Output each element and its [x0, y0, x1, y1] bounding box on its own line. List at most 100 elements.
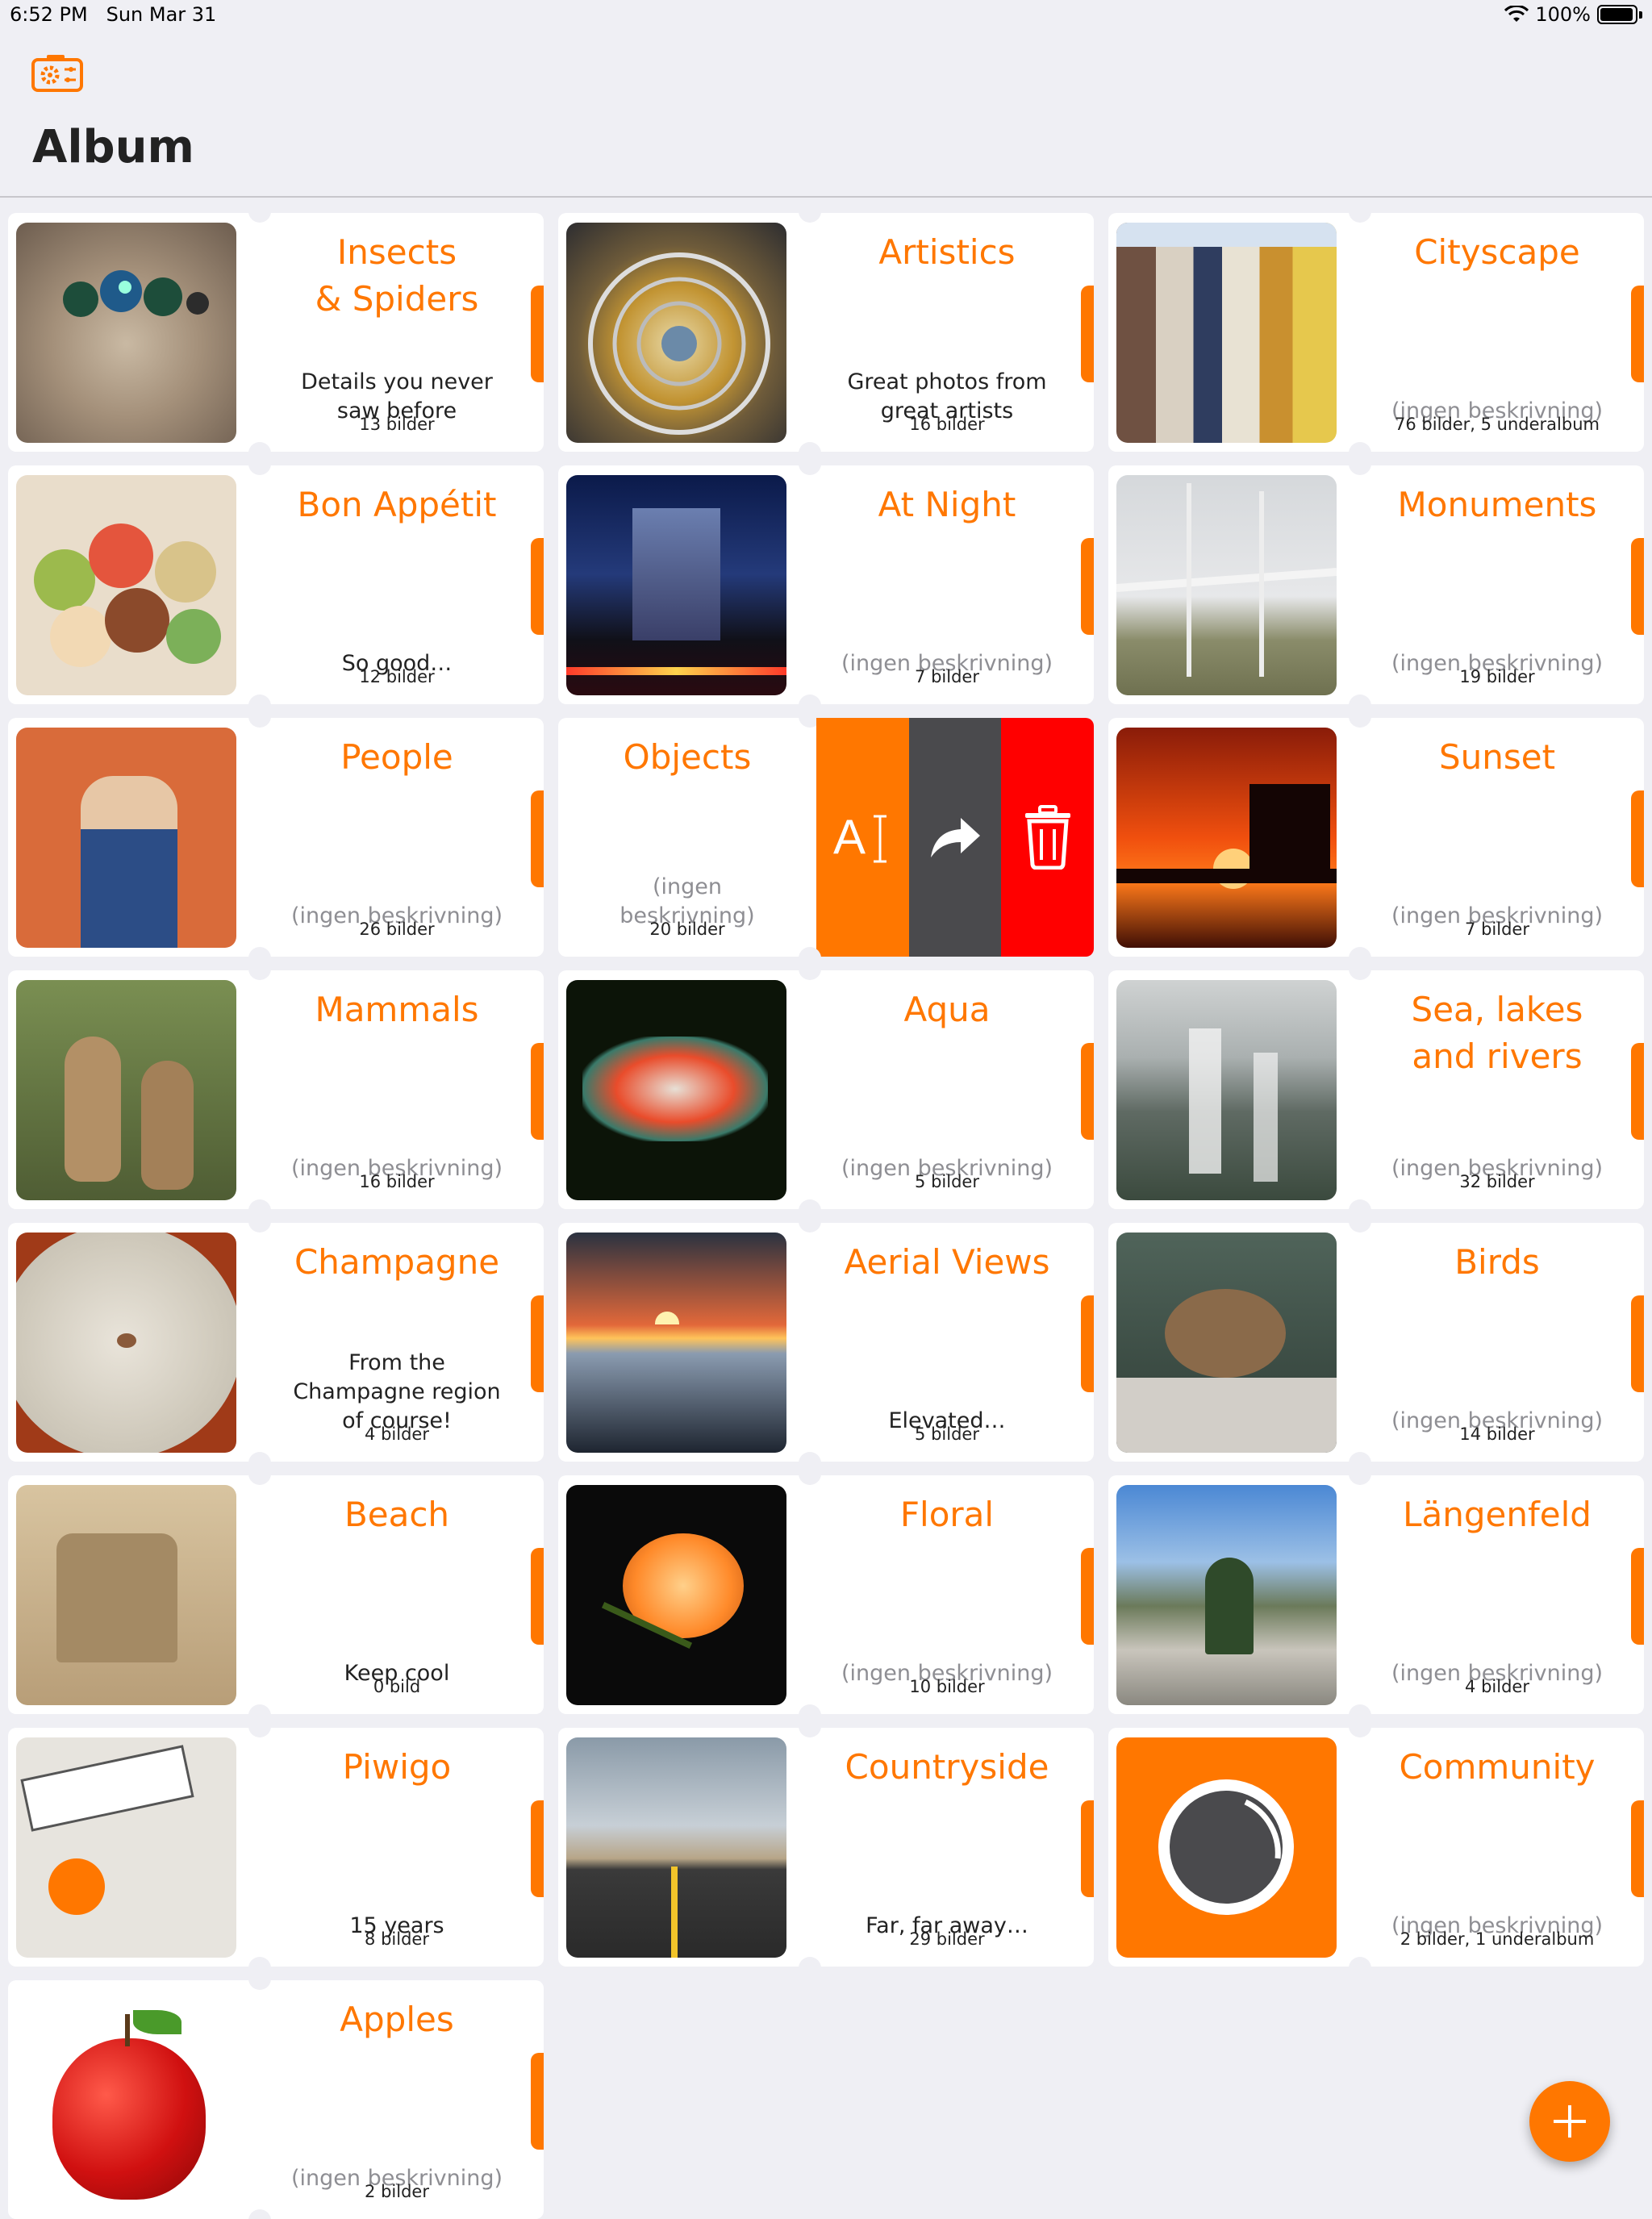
move-button[interactable] [908, 718, 1002, 957]
album-title: Objects [623, 737, 752, 777]
album-description: So good… [250, 593, 544, 678]
album-thumbnail-image [16, 1485, 236, 1705]
camera-gear-icon [31, 55, 83, 92]
album-thumbnail-image [1116, 1485, 1337, 1705]
album-card[interactable]: Objects (ingen beskrivning) 20 bilder A [558, 718, 1094, 957]
rename-text-icon: A [833, 810, 887, 864]
album-thumbnail[interactable] [566, 1485, 786, 1705]
album-text: Bon Appétit So good… 12 bilder [250, 465, 544, 704]
album-card[interactable]: Mammals (ingen beskrivning) 16 bilder [8, 970, 544, 1209]
album-title: Community [1399, 1747, 1596, 1787]
album-card[interactable]: Bon Appétit So good… 12 bilder [8, 465, 544, 704]
album-thumbnail[interactable] [16, 980, 236, 1200]
album-card[interactable]: Birds (ingen beskrivning) 14 bilder [1108, 1223, 1644, 1462]
page-title: Album [32, 121, 194, 173]
album-count: 19 bilder [1459, 667, 1535, 686]
album-card[interactable]: Sea, lakes and rivers (ingen beskrivning… [1108, 970, 1644, 1209]
battery-tip [1639, 10, 1642, 19]
album-thumbnail[interactable] [1116, 1233, 1337, 1453]
album-title: Sunset [1438, 737, 1556, 777]
album-thumbnail[interactable] [566, 223, 786, 443]
delete-button[interactable] [1001, 718, 1094, 957]
rename-button[interactable]: A [816, 718, 909, 957]
album-thumbnail[interactable] [566, 1737, 786, 1958]
album-count: 2 bilder, 1 underalbum [1400, 1929, 1595, 1949]
album-title: Sea, lakes and rivers [1411, 990, 1583, 1076]
album-card[interactable]: Cityscape (ingen beskrivning) 76 bilder,… [1108, 213, 1644, 452]
album-thumbnail-image [16, 1737, 236, 1958]
album-card[interactable]: At Night (ingen beskrivning) 7 bilder [558, 465, 1094, 704]
album-count: 4 bilder [1465, 1677, 1529, 1696]
album-count: 13 bilder [359, 415, 435, 434]
album-thumbnail[interactable] [16, 1990, 236, 2210]
album-thumbnail-image [1116, 728, 1337, 948]
album-description: (ingen beskrivning) [800, 593, 1094, 678]
album-thumbnail[interactable] [16, 1485, 236, 1705]
battery-icon [1597, 5, 1637, 24]
album-thumbnail-image [16, 223, 236, 443]
album-thumbnail[interactable] [1116, 1485, 1337, 1705]
album-card[interactable]: Beach Keep cool 0 bild [8, 1475, 544, 1714]
album-card[interactable]: Apples (ingen beskrivning) 2 bilder [8, 1980, 544, 2219]
album-card[interactable]: Monuments (ingen beskrivning) 19 bilder [1108, 465, 1644, 704]
album-card[interactable]: Sunset (ingen beskrivning) 7 bilder [1108, 718, 1644, 957]
settings-button[interactable] [31, 53, 84, 94]
album-count: 29 bilder [909, 1929, 985, 1949]
status-right: 100% [1504, 3, 1642, 26]
album-thumbnail-image [1116, 1233, 1337, 1453]
album-thumbnail[interactable] [1116, 980, 1337, 1200]
album-description: (ingen beskrivning) [1350, 593, 1644, 678]
album-thumbnail[interactable] [1116, 223, 1337, 443]
album-title: Monuments [1397, 485, 1597, 524]
album-count: 12 bilder [359, 667, 435, 686]
album-card[interactable]: Längenfeld (ingen beskrivning) 4 bilder [1108, 1475, 1644, 1714]
trash-icon [1024, 805, 1070, 870]
album-description: (ingen beskrivning) [1350, 1855, 1644, 1941]
status-date: Sun Mar 31 [106, 3, 217, 26]
album-thumbnail[interactable] [566, 1233, 786, 1453]
album-thumbnail[interactable] [16, 1737, 236, 1958]
album-card[interactable]: Artistics Great photos from great artist… [558, 213, 1094, 452]
album-thumbnail-image [1116, 980, 1337, 1200]
album-thumbnail[interactable] [1116, 475, 1337, 695]
add-album-button[interactable] [1529, 2081, 1610, 2162]
album-thumbnail[interactable] [1116, 1737, 1337, 1958]
album-description: 15 years [250, 1855, 544, 1941]
album-thumbnail[interactable] [566, 980, 786, 1200]
plus-icon [1554, 2105, 1586, 2138]
album-card[interactable]: Insects & Spiders Details you never saw … [8, 213, 544, 452]
album-title: Champagne [294, 1242, 500, 1282]
album-thumbnail[interactable] [566, 475, 786, 695]
album-card[interactable]: Floral (ingen beskrivning) 10 bilder [558, 1475, 1094, 1714]
album-text: Countryside Far, far away… 29 bilder [800, 1728, 1094, 1967]
album-card[interactable]: Community (ingen beskrivning) 2 bilder, … [1108, 1728, 1644, 1967]
album-thumbnail[interactable] [16, 223, 236, 443]
album-card[interactable]: People (ingen beskrivning) 26 bilder [8, 718, 544, 957]
album-thumbnail[interactable] [1116, 728, 1337, 948]
album-title: Insects & Spiders [315, 232, 479, 319]
album-thumbnail[interactable] [16, 1233, 236, 1453]
album-text: Community (ingen beskrivning) 2 bilder, … [1350, 1728, 1644, 1967]
album-text: Apples (ingen beskrivning) 2 bilder [250, 1980, 544, 2219]
album-title: Floral [899, 1495, 995, 1534]
album-count: 5 bilder [915, 1172, 979, 1191]
album-thumbnail-image [1116, 475, 1337, 695]
album-text: Birds (ingen beskrivning) 14 bilder [1350, 1223, 1644, 1462]
album-description: From the Champagne region of course! [250, 1350, 544, 1436]
album-title: At Night [878, 485, 1016, 524]
album-text: Objects (ingen beskrivning) 20 bilder [558, 718, 816, 957]
album-count: 10 bilder [909, 1677, 985, 1696]
album-description: (ingen beskrivning) [800, 1098, 1094, 1183]
album-card[interactable]: Piwigo 15 years 8 bilder [8, 1728, 544, 1967]
album-card[interactable]: Aqua (ingen beskrivning) 5 bilder [558, 970, 1094, 1209]
album-thumbnail[interactable] [16, 475, 236, 695]
album-card[interactable]: Champagne From the Champagne region of c… [8, 1223, 544, 1462]
album-count: 8 bilder [365, 1929, 429, 1949]
album-card[interactable]: Countryside Far, far away… 29 bilder [558, 1728, 1094, 1967]
album-card[interactable]: Aerial Views Elevated… 5 bilder [558, 1223, 1094, 1462]
album-count: 26 bilder [359, 920, 435, 939]
album-count: 0 bild [373, 1677, 421, 1696]
album-description: (ingen beskrivning) [1350, 1603, 1644, 1688]
album-thumbnail[interactable] [16, 728, 236, 948]
album-title: Birds [1454, 1242, 1540, 1282]
